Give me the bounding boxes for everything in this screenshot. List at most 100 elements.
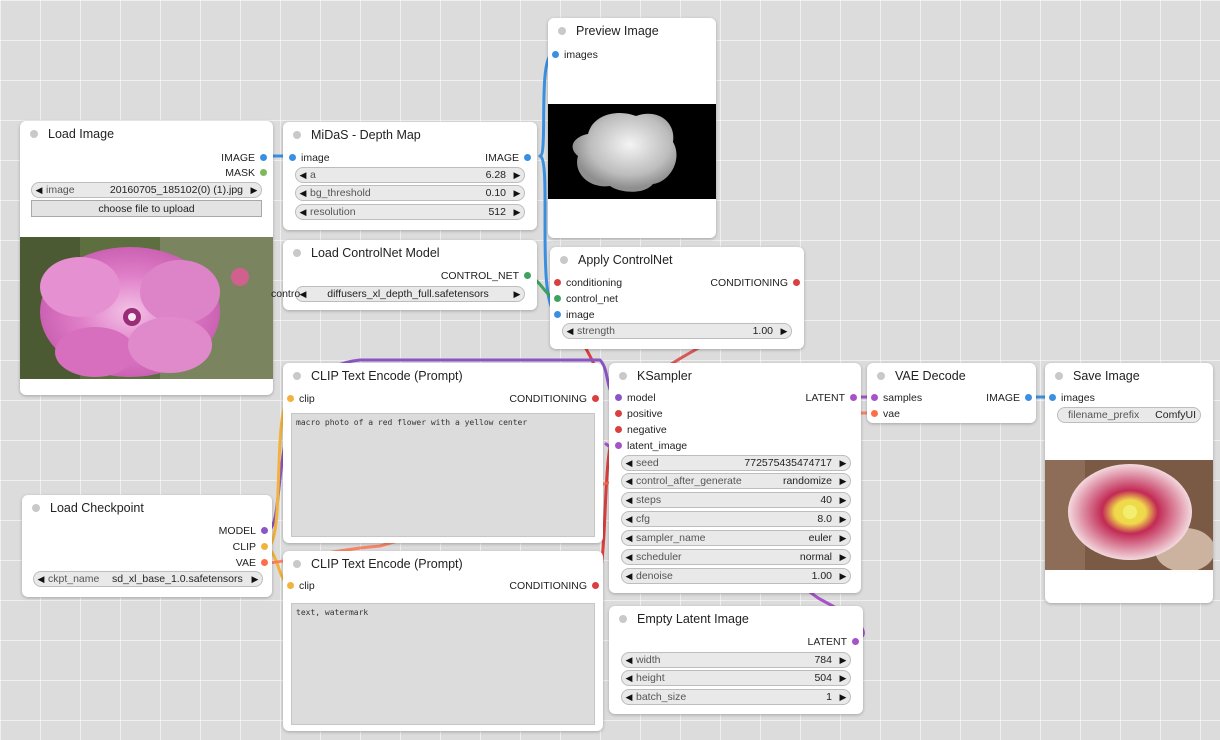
- choose-file-button[interactable]: choose file to upload: [31, 200, 262, 217]
- output-latent[interactable]: LATENT: [806, 392, 857, 404]
- batch-size-widget[interactable]: ◀ batch_size 1 ▶: [621, 689, 851, 705]
- slot-dot[interactable]: [615, 410, 622, 417]
- input-positive[interactable]: positive: [615, 408, 663, 420]
- slot-dot[interactable]: [261, 543, 268, 550]
- output-conditioning[interactable]: CONDITIONING: [509, 393, 599, 405]
- output-vae[interactable]: VAE: [236, 557, 268, 569]
- strength-widget[interactable]: ◀ strength 1.00 ▶: [562, 323, 792, 339]
- input-latent-image[interactable]: latent_image: [615, 440, 687, 452]
- slot-dot[interactable]: [615, 394, 622, 401]
- slot-dot[interactable]: [260, 169, 267, 176]
- slot-dot[interactable]: [615, 426, 622, 433]
- right-arrow-icon: ▶: [250, 184, 258, 195]
- slot-dot[interactable]: [554, 279, 561, 286]
- node-collapse-dot[interactable]: [32, 504, 40, 512]
- control-net-name-widget[interactable]: ◀control_net_namediffusers_xl_depth_full…: [295, 286, 525, 302]
- clip-text-encode-negative-node[interactable]: CLIP Text Encode (Prompt) clip CONDITION…: [283, 551, 603, 731]
- input-samples[interactable]: samples: [871, 392, 922, 404]
- preview-image-node[interactable]: Preview Image images: [548, 18, 716, 238]
- node-collapse-dot[interactable]: [558, 27, 566, 35]
- denoise-widget[interactable]: ◀ denoise 1.00 ▶: [621, 568, 851, 584]
- control-after-generate-widget[interactable]: ◀ control_after_generate randomize ▶: [621, 473, 851, 489]
- input-negative[interactable]: negative: [615, 424, 667, 436]
- slot-dot[interactable]: [592, 395, 599, 402]
- slot-dot[interactable]: [871, 394, 878, 401]
- load-image-node[interactable]: Load Image IMAGE MASK ◀ image 20160705_185…: [20, 121, 273, 395]
- vae-decode-node[interactable]: VAE Decode samples vae IMAGE: [867, 363, 1036, 423]
- input-control-net[interactable]: control_net: [554, 293, 618, 305]
- slot-dot[interactable]: [1049, 394, 1056, 401]
- sampler-name-widget[interactable]: ◀ sampler_name euler ▶: [621, 530, 851, 546]
- slot-dot[interactable]: [287, 582, 294, 589]
- ksampler-node[interactable]: KSampler model positive negative latent_…: [609, 363, 861, 593]
- slot-dot[interactable]: [852, 638, 859, 645]
- input-images[interactable]: images: [1049, 392, 1095, 404]
- output-image[interactable]: IMAGE: [986, 392, 1032, 404]
- slot-dot[interactable]: [554, 311, 561, 318]
- output-clip[interactable]: CLIP: [233, 541, 268, 553]
- node-collapse-dot[interactable]: [293, 560, 301, 568]
- node-collapse-dot[interactable]: [30, 130, 38, 138]
- ckpt-name-widget[interactable]: ◀ ckpt_name sd_xl_base_1.0.safetensors ▶: [33, 571, 263, 587]
- input-conditioning[interactable]: conditioning: [554, 277, 622, 289]
- seed-widget[interactable]: ◀ seed 772575435474717 ▶: [621, 455, 851, 471]
- input-vae[interactable]: vae: [871, 408, 900, 420]
- input-clip[interactable]: clip: [287, 580, 315, 592]
- steps-widget[interactable]: ◀ steps 40 ▶: [621, 492, 851, 508]
- output-image[interactable]: IMAGE: [485, 152, 531, 164]
- slot-dot[interactable]: [261, 559, 268, 566]
- slot-dot[interactable]: [615, 442, 622, 449]
- image-combo[interactable]: ◀ image 20160705_185102(0) (1).jpg ▶: [31, 182, 262, 198]
- input-image[interactable]: image: [289, 152, 330, 164]
- node-collapse-dot[interactable]: [560, 256, 568, 264]
- slot-dot[interactable]: [261, 527, 268, 534]
- empty-latent-image-node[interactable]: Empty Latent Image LATENT ◀ width 784 ▶ ◀ he…: [609, 606, 863, 714]
- resolution-widget[interactable]: ◀ resolution 512 ▶: [295, 204, 525, 220]
- slot-dot[interactable]: [592, 582, 599, 589]
- input-model[interactable]: model: [615, 392, 656, 404]
- scheduler-widget[interactable]: ◀ scheduler normal ▶: [621, 549, 851, 565]
- output-conditioning[interactable]: CONDITIONING: [509, 580, 599, 592]
- node-collapse-dot[interactable]: [293, 131, 301, 139]
- node-collapse-dot[interactable]: [293, 249, 301, 257]
- output-image[interactable]: IMAGE: [221, 152, 267, 164]
- prompt-textarea[interactable]: text, watermark: [291, 603, 595, 725]
- input-images[interactable]: images: [552, 49, 598, 61]
- prompt-textarea[interactable]: macro photo of a red flower with a yello…: [291, 413, 595, 537]
- slot-dot[interactable]: [524, 154, 531, 161]
- slot-dot[interactable]: [552, 51, 559, 58]
- slot-dot[interactable]: [554, 295, 561, 302]
- cfg-widget[interactable]: ◀ cfg 8.0 ▶: [621, 511, 851, 527]
- slot-dot[interactable]: [793, 279, 800, 286]
- output-control-net[interactable]: CONTROL_NET: [441, 270, 531, 282]
- clip-text-encode-positive-node[interactable]: CLIP Text Encode (Prompt) clip CONDITION…: [283, 363, 603, 543]
- height-widget[interactable]: ◀ height 504 ▶: [621, 670, 851, 686]
- input-image[interactable]: image: [554, 309, 595, 321]
- filename-prefix-widget[interactable]: filename_prefix ComfyUI: [1057, 407, 1201, 423]
- node-collapse-dot[interactable]: [877, 372, 885, 380]
- slot-dot[interactable]: [871, 410, 878, 417]
- node-collapse-dot[interactable]: [293, 372, 301, 380]
- slot-dot[interactable]: [524, 272, 531, 279]
- a-widget[interactable]: ◀ a 6.28 ▶: [295, 167, 525, 183]
- load-controlnet-node[interactable]: Load ControlNet Model CONTROL_NET ◀contr…: [271, 240, 537, 310]
- node-collapse-dot[interactable]: [1055, 372, 1063, 380]
- node-collapse-dot[interactable]: [619, 615, 627, 623]
- input-clip[interactable]: clip: [287, 393, 315, 405]
- output-mask[interactable]: MASK: [225, 167, 267, 179]
- output-conditioning[interactable]: CONDITIONING: [710, 277, 800, 289]
- slot-dot[interactable]: [850, 394, 857, 401]
- width-widget[interactable]: ◀ width 784 ▶: [621, 652, 851, 668]
- slot-dot[interactable]: [287, 395, 294, 402]
- output-model[interactable]: MODEL: [219, 525, 268, 537]
- apply-controlnet-node[interactable]: Apply ControlNet conditioning control_ne…: [550, 247, 804, 349]
- slot-dot[interactable]: [260, 154, 267, 161]
- output-latent[interactable]: LATENT: [808, 636, 859, 648]
- node-collapse-dot[interactable]: [619, 372, 627, 380]
- midas-depth-node[interactable]: MiDaS - Depth Map image IMAGE ◀ a 6.28 ▶ ◀ b…: [283, 122, 537, 230]
- save-image-node[interactable]: Save Image images filename_prefix ComfyUI: [1045, 363, 1213, 603]
- slot-dot[interactable]: [1025, 394, 1032, 401]
- load-checkpoint-node[interactable]: Load Checkpoint MODEL CLIP VAE ◀ ckpt_nam…: [22, 495, 272, 597]
- slot-dot[interactable]: [289, 154, 296, 161]
- bg-threshold-widget[interactable]: ◀ bg_threshold 0.10 ▶: [295, 185, 525, 201]
